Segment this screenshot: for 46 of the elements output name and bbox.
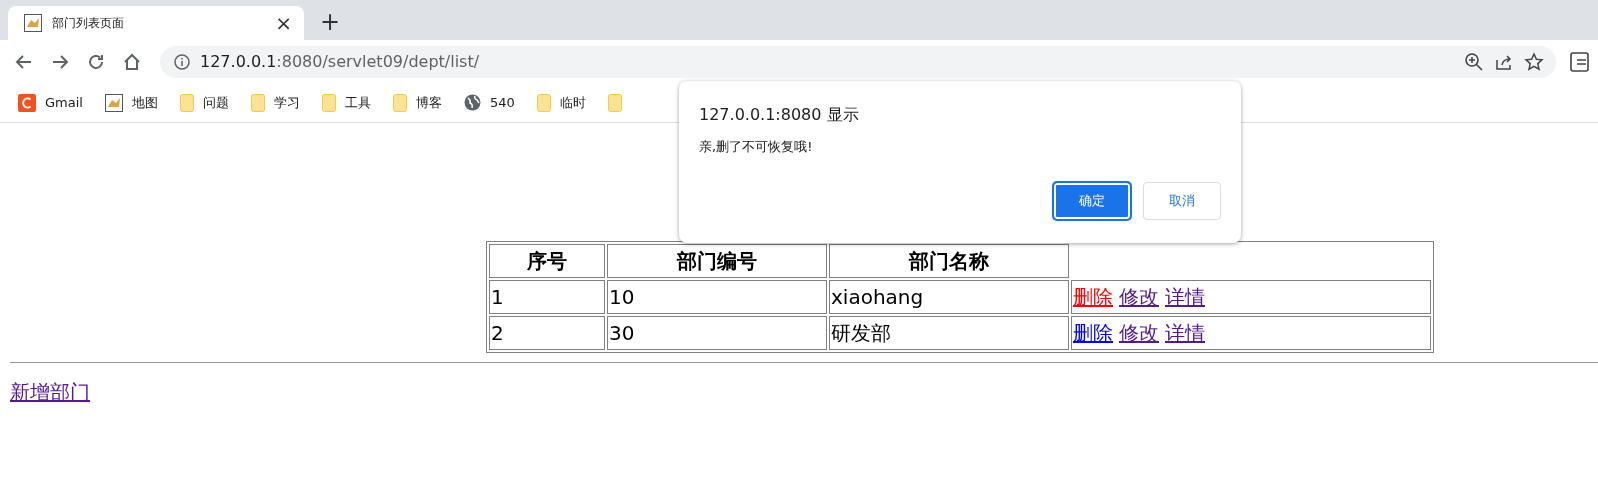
folder-icon xyxy=(536,93,551,112)
cancel-button[interactable]: 取消 xyxy=(1143,182,1221,220)
bookmark[interactable]: 问题 xyxy=(179,93,229,112)
bookmark[interactable]: 工具 xyxy=(321,93,371,112)
table-cell: 研发部 xyxy=(829,316,1069,350)
bookmark[interactable]: 540 xyxy=(463,94,515,111)
address-bar[interactable]: 127.0.0.1:8080/servlet09/dept/list/ xyxy=(160,45,1556,78)
tab-title: 部门列表页面 xyxy=(52,14,125,32)
folder-icon xyxy=(321,93,336,112)
info-icon[interactable] xyxy=(174,53,190,70)
new-tab-button[interactable]: + xyxy=(320,8,341,36)
bookmark[interactable]: 地图 xyxy=(104,93,158,112)
url-text: 127.0.0.1:8080/servlet09/dept/list/ xyxy=(200,52,481,71)
column-header: 部门名称 xyxy=(829,244,1069,278)
dialog-title: 127.0.0.1:8080 显示 xyxy=(699,105,860,126)
folder-icon xyxy=(607,93,622,112)
table-cell: xiaohang xyxy=(829,280,1069,314)
action-link[interactable]: 详情 xyxy=(1165,320,1205,345)
star-icon[interactable] xyxy=(1524,51,1544,72)
bookmark[interactable]: 博客 xyxy=(392,93,442,112)
dialog-message: 亲,删了不可恢复哦! xyxy=(699,138,814,156)
table-cell: 30 xyxy=(607,316,827,350)
table-cell: 1 xyxy=(489,280,605,314)
browser-tab[interactable]: 部门列表页面 × xyxy=(8,6,304,40)
action-link[interactable]: 修改 xyxy=(1119,284,1159,309)
mail-logo-icon xyxy=(18,93,36,112)
bookmark[interactable]: 学习 xyxy=(250,93,300,112)
table-cell: 10 xyxy=(607,280,827,314)
action-link[interactable]: 删除 xyxy=(1073,284,1113,309)
action-link[interactable]: 修改 xyxy=(1119,320,1159,345)
close-tab-button[interactable]: × xyxy=(275,11,292,35)
folder-icon xyxy=(250,93,265,112)
action-link[interactable]: 详情 xyxy=(1165,284,1205,309)
tab-search-icon[interactable] xyxy=(1568,50,1590,73)
bookmark[interactable]: 临时 xyxy=(536,93,586,112)
add-department-link[interactable]: 新增部门 xyxy=(10,380,90,404)
zoom-icon[interactable] xyxy=(1464,51,1484,72)
confirm-button[interactable]: 确定 xyxy=(1053,182,1131,220)
column-header: 序号 xyxy=(489,244,605,278)
table-cell: 2 xyxy=(489,316,605,350)
folder-icon xyxy=(179,93,194,112)
action-link[interactable]: 删除 xyxy=(1073,320,1113,345)
bookmark[interactable]: Gmail xyxy=(18,93,83,112)
column-header: 部门编号 xyxy=(607,244,827,278)
folder-icon xyxy=(392,93,407,112)
globe-icon xyxy=(463,94,481,111)
